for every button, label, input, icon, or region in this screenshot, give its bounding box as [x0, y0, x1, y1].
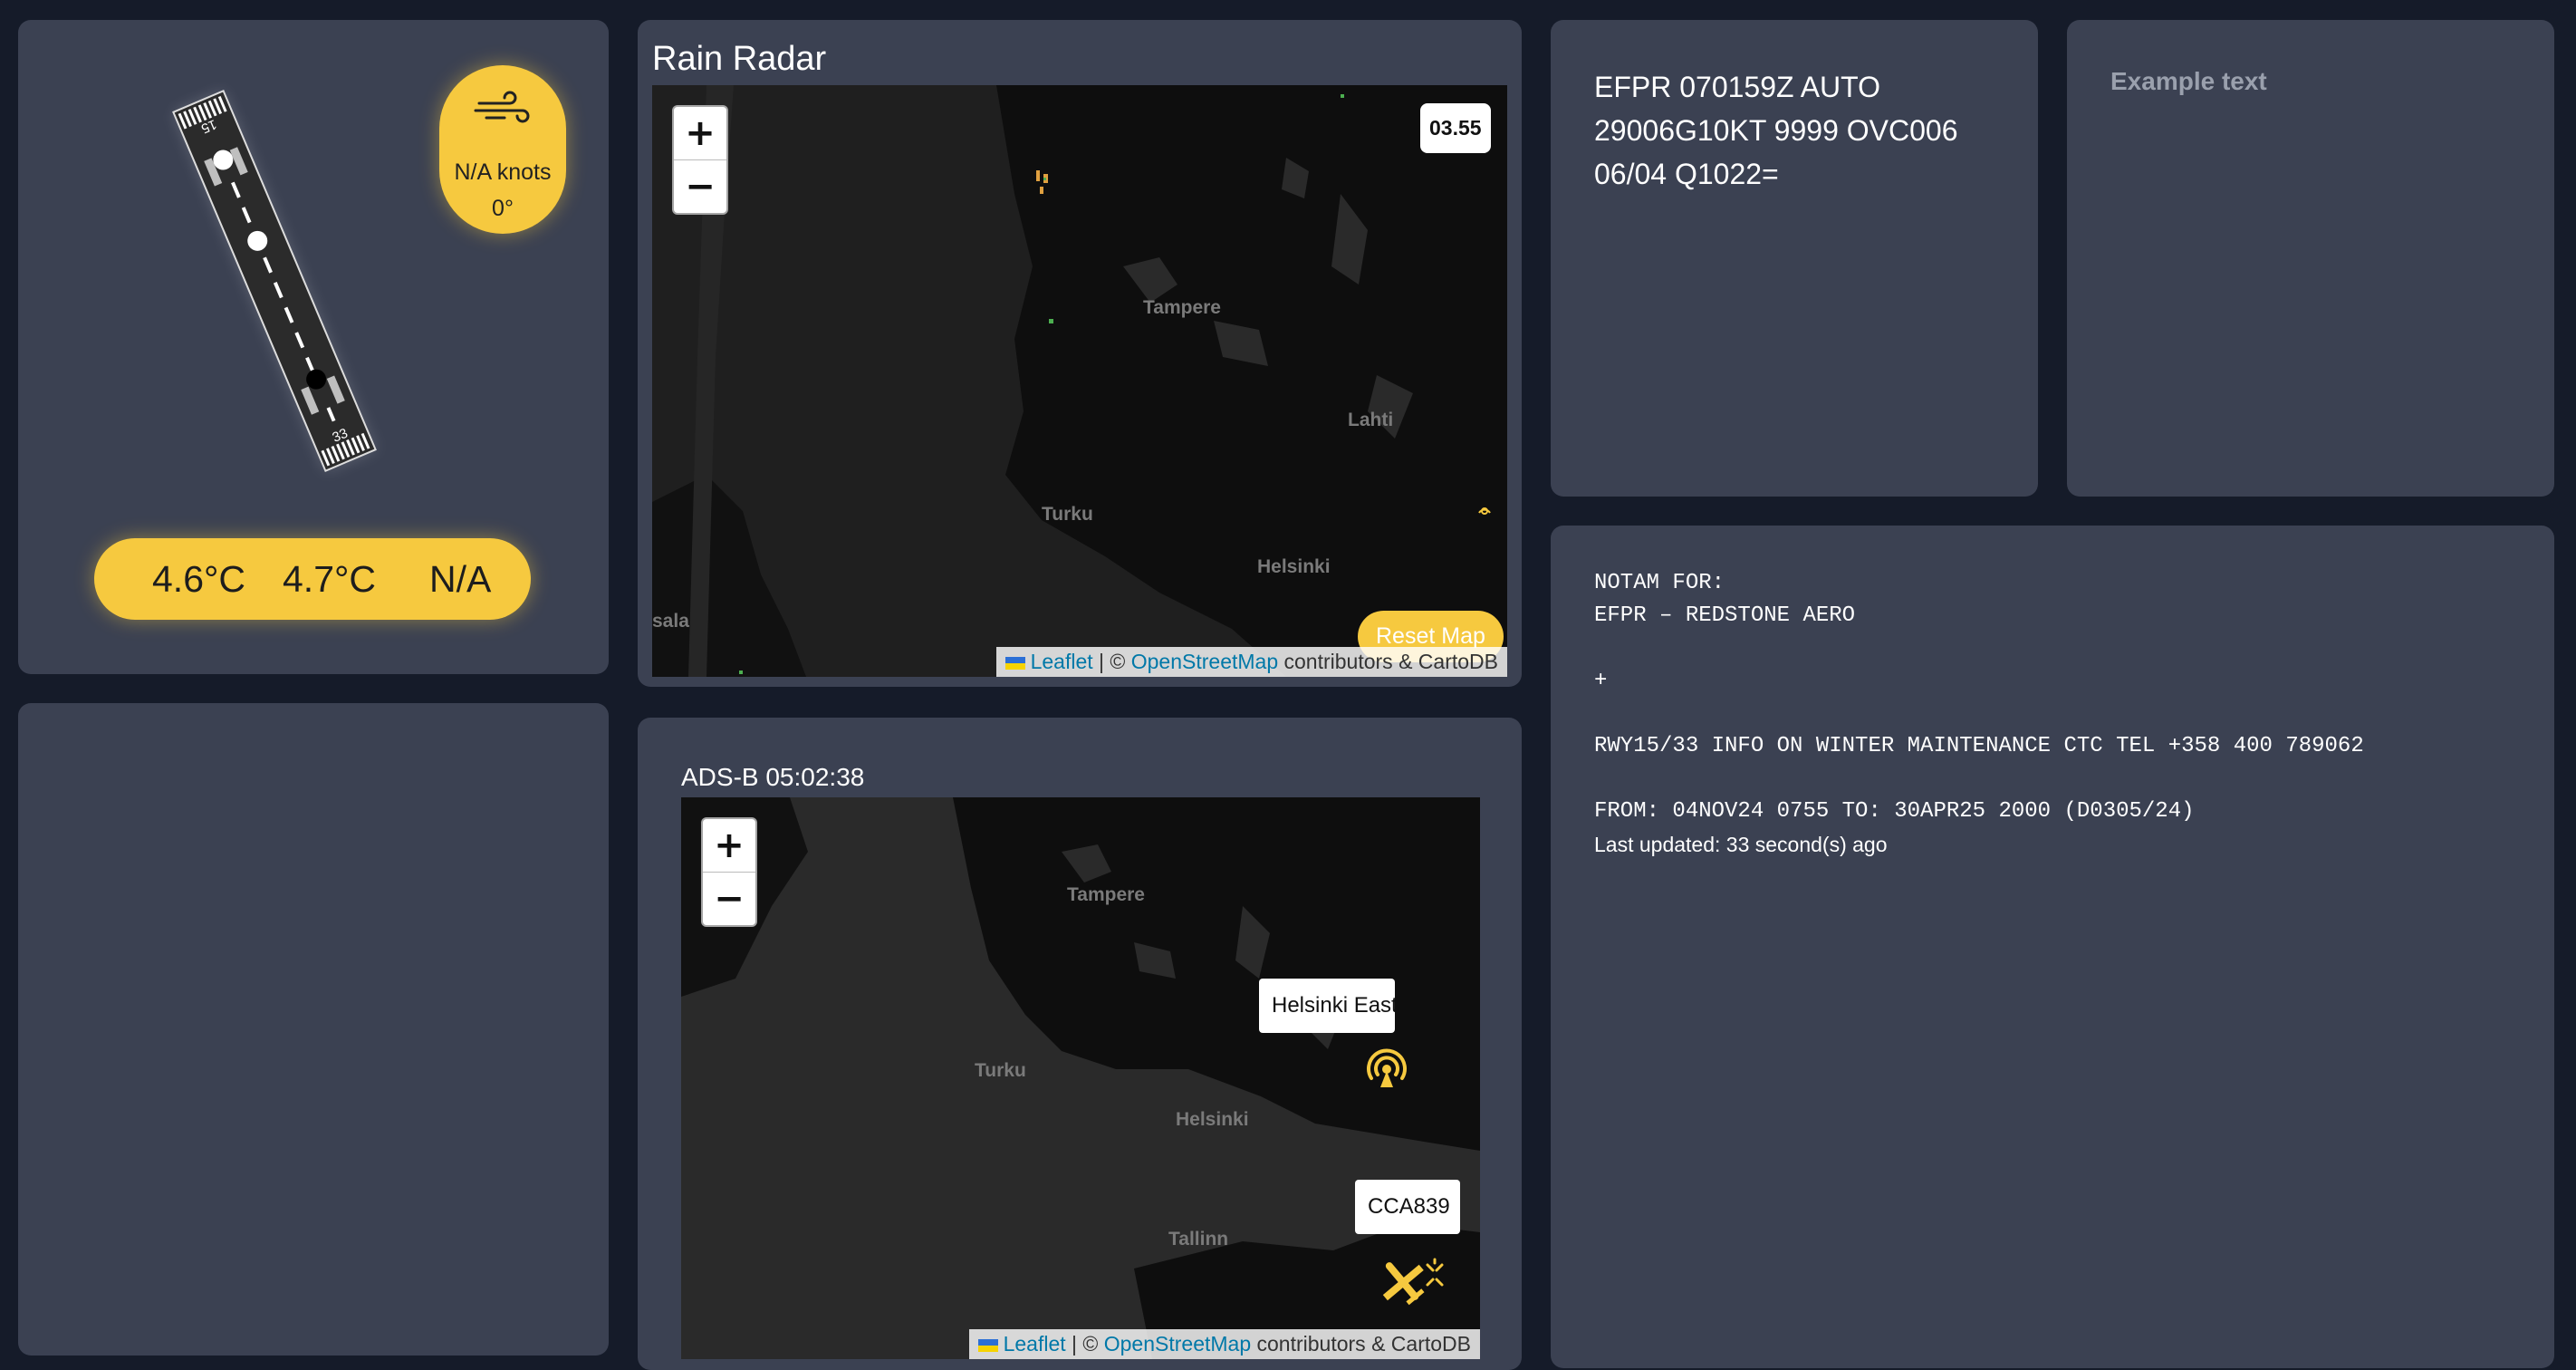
notam-plus: +	[1594, 669, 1608, 693]
runway-card: 15 33 N/A knots 0° 4.6°C 4.7°C N/A	[18, 20, 609, 674]
extra-value: N/A	[429, 558, 492, 600]
city-label: sala	[652, 611, 689, 632]
city-label: Tallinn	[1168, 1229, 1229, 1249]
radar-time-chip: 03.55	[1420, 103, 1491, 153]
wind-speed: N/A knots	[454, 159, 552, 185]
attribution-text: contributors & CartoDB	[1278, 650, 1499, 673]
adsb-basemap	[681, 797, 1480, 1359]
temperature-value: 4.6°C	[152, 558, 246, 600]
zoom-out-button[interactable]: −	[703, 872, 755, 925]
osm-link[interactable]: OpenStreetMap	[1131, 650, 1278, 673]
aircraft-tooltip: CCA839	[1355, 1180, 1460, 1234]
radar-zoom-control: + −	[672, 105, 728, 215]
wind-badge: N/A knots 0°	[439, 65, 566, 234]
osm-link[interactable]: OpenStreetMap	[1104, 1332, 1251, 1356]
dewpoint-value: 4.7°C	[283, 558, 377, 600]
rain-radar-map[interactable]: Tampere Lahti Turku Helsinki sala + − 03…	[652, 85, 1507, 677]
city-label: Turku	[1042, 504, 1093, 525]
adsb-map[interactable]: Tampere Turku Helsinki Tallinn + − Helsi…	[681, 797, 1480, 1359]
attribution-separator: | ©	[1065, 1332, 1104, 1356]
attribution-separator: | ©	[1092, 650, 1131, 673]
city-label: Helsinki	[1176, 1109, 1249, 1130]
example-card: Example text	[2067, 20, 2554, 497]
adsb-card: ADS-B 05:02:38 Tampere Turku Helsinki Ta…	[638, 718, 1522, 1370]
ukraine-flag-icon	[1004, 656, 1025, 670]
zoom-out-button[interactable]: −	[674, 159, 726, 213]
metar-text: EFPR 070159Z AUTO 29006G10KT 9999 OVC006…	[1594, 65, 1957, 196]
city-label: Helsinki	[1257, 556, 1331, 577]
wind-direction: 0°	[492, 196, 514, 221]
leaflet-link[interactable]: Leaflet	[1031, 650, 1093, 673]
notam-aerodrome: EFPR – REDSTONE AERO	[1594, 603, 1856, 628]
city-label: Tampere	[1067, 884, 1145, 905]
empty-card	[18, 703, 609, 1356]
metar-card: EFPR 070159Z AUTO 29006G10KT 9999 OVC006…	[1551, 20, 2038, 497]
airplane-icon[interactable]	[1377, 1245, 1449, 1308]
notam-card: NOTAM FOR: EFPR – REDSTONE AERO + RWY15/…	[1551, 526, 2554, 1368]
map-attribution: Leaflet | © OpenStreetMap contributors &…	[995, 647, 1507, 677]
leaflet-link[interactable]: Leaflet	[1004, 1332, 1066, 1356]
ukraine-flag-icon	[977, 1338, 998, 1352]
city-label: Lahti	[1348, 410, 1394, 430]
rain-radar-title: Rain Radar	[652, 40, 827, 78]
notam-message: RWY15/33 INFO ON WINTER MAINTENANCE CTC …	[1594, 734, 2364, 758]
temperature-pill: 4.6°C 4.7°C N/A	[94, 538, 531, 620]
metar-line: EFPR 070159Z AUTO	[1594, 71, 1880, 103]
attribution-text: contributors & CartoDB	[1251, 1332, 1472, 1356]
notam-header: NOTAM FOR:	[1594, 571, 1725, 595]
notam-text: NOTAM FOR: EFPR – REDSTONE AERO + RWY15/…	[1594, 567, 2364, 861]
metar-line: 06/04 Q1022=	[1594, 158, 1779, 190]
rain-radar-card: Rain Radar Tampere Lahti Turku Helsinki …	[638, 20, 1522, 687]
example-text: Example text	[2110, 67, 2267, 95]
adsb-title: ADS-B 05:02:38	[681, 763, 865, 791]
metar-line: 29006G10KT 9999 OVC006	[1594, 114, 1958, 147]
zoom-in-button[interactable]: +	[674, 107, 726, 159]
aerodrome-tooltip: Helsinki East Aerodrome	[1259, 979, 1395, 1033]
last-updated: Last updated: 33 second(s) ago	[1594, 833, 1888, 856]
zoom-in-button[interactable]: +	[703, 819, 755, 872]
adsb-zoom-control: + −	[701, 817, 757, 927]
city-label: Turku	[975, 1060, 1026, 1081]
radar-tower-icon[interactable]	[1362, 1042, 1411, 1091]
notam-validity: FROM: 04NOV24 0755 TO: 30APR25 2000 (D03…	[1594, 799, 2195, 824]
wind-icon	[474, 91, 530, 123]
radar-basemap	[652, 85, 1507, 677]
city-label: Tampere	[1143, 297, 1221, 318]
